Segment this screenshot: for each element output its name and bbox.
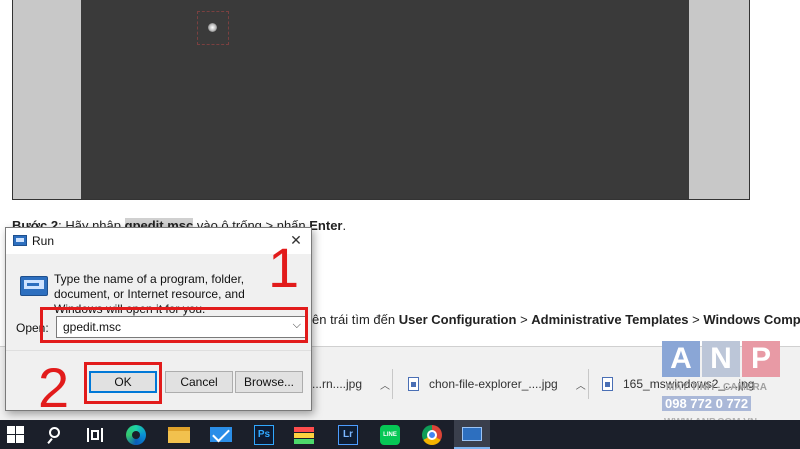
watermark-letter: N [702,341,740,377]
download-filename: chon-file-explorer_....jpg [429,377,558,391]
photoshop-icon[interactable]: Ps [254,425,274,445]
cursor-dot [208,23,217,32]
line-app-icon[interactable]: LINE [380,425,400,445]
annotation-box-input [40,307,308,343]
screenshot-root: Bước 2: Hãy nhập gpedit.msc vào ô trống … [0,0,800,449]
mail-icon[interactable] [210,427,232,442]
edge-browser-icon[interactable] [126,425,146,445]
run-app-icon [462,427,482,441]
watermark-phone: 098 772 0 772 [662,396,752,411]
lightroom-icon[interactable]: Lr [338,425,358,445]
download-item[interactable]: chon-file-explorer_....jpg ︿ [408,347,586,421]
watermark-letter: A [662,341,700,377]
chrome-icon[interactable] [422,425,442,445]
file-explorer-icon[interactable] [168,427,190,443]
run-app-icon [13,235,27,246]
divider [588,369,589,399]
run-title: Run [32,234,55,248]
cancel-button[interactable]: Cancel [165,371,233,393]
chevron-up-icon[interactable]: ︿ [576,377,586,392]
run-titlebar[interactable]: Run ✕ [6,228,311,254]
bluestacks-icon[interactable] [294,425,314,445]
chevron-up-icon[interactable]: ︿ [380,377,390,392]
browse-button[interactable]: Browse... [235,371,303,393]
taskbar: Ps Lr LINE [0,420,800,449]
divider [392,369,393,399]
dark-screen-image [81,0,689,199]
download-item[interactable]: ...rn....jpg ︿ [312,347,390,421]
cursor-highlight-box [197,11,229,45]
file-icon [408,377,419,391]
annotation-number-1: 1 [268,236,300,299]
watermark-letter: P [742,341,780,377]
windows-start-icon[interactable] [6,425,26,445]
watermark-subtitle: MÁY TÍNH - CAMERA [666,382,767,393]
download-filename: ...rn....jpg [312,377,363,391]
search-icon[interactable] [46,425,66,445]
run-program-icon [20,276,48,296]
run-taskbar-item[interactable] [454,420,490,449]
annotation-box-ok [84,362,162,404]
step-3-text: ên trái tìm đến User Configuration > Adm… [312,312,800,327]
article-image-frame [12,0,750,200]
annotation-number-2: 2 [38,356,70,419]
file-icon [602,377,613,391]
task-view-icon[interactable] [84,425,104,445]
